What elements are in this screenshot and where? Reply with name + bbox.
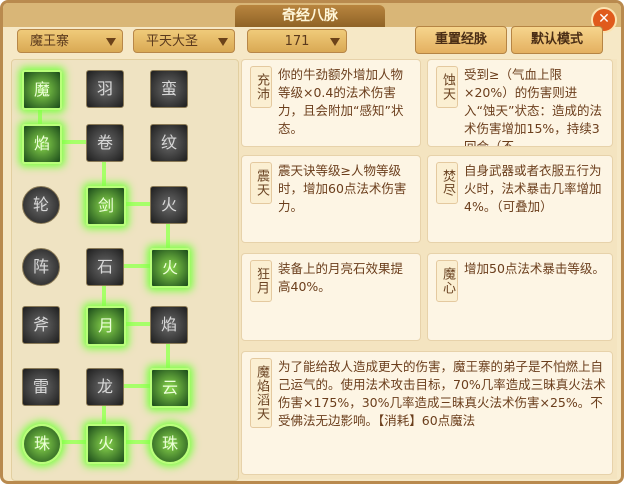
skill-desc: 增加50点法术暴击等级。	[464, 261, 605, 276]
skill-desc: 装备上的月亮石效果提高40%。	[278, 261, 404, 294]
tile-row0-col2[interactable]: 蛮	[150, 70, 188, 108]
tile-row6-col2[interactable]: 珠	[150, 424, 190, 464]
skill-card-kuangyue[interactable]: 狂月 装备上的月亮石效果提高40%。	[241, 253, 421, 341]
style-select-value: 平天大圣	[146, 34, 199, 49]
tile-row2-col1[interactable]: 剑	[86, 186, 126, 226]
tile-row5-col2[interactable]: 云	[150, 368, 190, 408]
style-select[interactable]: 平天大圣	[133, 29, 235, 53]
tile-row1-col1[interactable]: 卷	[86, 124, 124, 162]
skill-label: 魔焰滔天	[250, 358, 272, 428]
skill-card-moxin[interactable]: 魔心 增加50点法术暴击等级。	[427, 253, 613, 341]
tile-row3-col2[interactable]: 火	[150, 248, 190, 288]
tile-row4-col1[interactable]: 月	[86, 306, 126, 346]
tile-row2-col2[interactable]: 火	[150, 186, 188, 224]
skill-desc: 你的牛劲额外增加人物等级×0.4的法术伤害力，且会附加“感知”状态。	[278, 67, 404, 136]
skill-card-zhentian[interactable]: 震天 震天诀等级≥人物等级时，增加60点法术伤害力。	[241, 155, 421, 243]
skill-desc: 受到≥（气血上限×20%）的伤害则进入“蚀天”状态：造成的法术伤害增加15%，持…	[464, 67, 602, 147]
skill-desc: 震天诀等级≥人物等级时，增加60点法术伤害力。	[278, 163, 407, 214]
skill-label: 焚尽	[436, 162, 458, 204]
tile-row6-col0[interactable]: 珠	[22, 424, 62, 464]
tile-row3-col1[interactable]: 石	[86, 248, 124, 286]
skill-card-moyantaotian[interactable]: 魔焰滔天 为了能给敌人造成更大的伤害，魔王寨的弟子是不怕燃上自己运气的。使用法术…	[241, 351, 613, 475]
skill-label: 狂月	[250, 260, 272, 302]
window-title: 奇经八脉	[235, 5, 385, 27]
tile-row6-col1[interactable]: 火	[86, 424, 126, 464]
chevron-down-icon	[218, 38, 228, 46]
tile-row0-col0[interactable]: 魔	[22, 70, 62, 110]
tile-row1-col0[interactable]: 焰	[22, 124, 62, 164]
school-select-value: 魔王寨	[30, 34, 70, 49]
points-value: 171	[284, 34, 310, 49]
tile-row5-col0[interactable]: 雷	[22, 368, 60, 406]
chevron-down-icon	[106, 38, 116, 46]
school-select[interactable]: 魔王寨	[17, 29, 123, 53]
meridian-window: 奇经八脉 ✕ 魔王寨 平天大圣 171 重置经脉 默认模式 魔 羽 蛮 焰 卷 …	[0, 0, 624, 484]
skill-label: 震天	[250, 162, 272, 204]
tile-row3-col0[interactable]: 阵	[22, 248, 60, 286]
tile-row4-col0[interactable]: 斧	[22, 306, 60, 344]
skill-card-fenjin[interactable]: 焚尽 自身武器或者衣服五行为火时，法术暴击几率增加4%。（可叠加）	[427, 155, 613, 243]
reset-meridian-button[interactable]: 重置经脉	[415, 26, 507, 54]
skill-label: 充沛	[250, 66, 272, 108]
points-select[interactable]: 171	[247, 29, 347, 53]
skill-card-shitian[interactable]: 蚀天 受到≥（气血上限×20%）的伤害则进入“蚀天”状态：造成的法术伤害增加15…	[427, 59, 613, 147]
tile-row1-col2[interactable]: 纹	[150, 124, 188, 162]
chevron-down-icon	[330, 38, 340, 46]
skill-cards: 充沛 你的牛劲额外增加人物等级×0.4的法术伤害力，且会附加“感知”状态。 蚀天…	[239, 59, 617, 479]
tile-row5-col1[interactable]: 龙	[86, 368, 124, 406]
default-mode-button[interactable]: 默认模式	[511, 26, 603, 54]
tile-row0-col1[interactable]: 羽	[86, 70, 124, 108]
tile-row2-col0[interactable]: 轮	[22, 186, 60, 224]
meridian-grid: 魔 羽 蛮 焰 卷 纹 轮 剑 火 阵 石 火 斧 月 焰 雷 龙 云 珠 火 …	[11, 59, 239, 481]
skill-label: 魔心	[436, 260, 458, 302]
skill-desc: 为了能给敌人造成更大的伤害，魔王寨的弟子是不怕燃上自己运气的。使用法术攻击目标，…	[278, 359, 606, 428]
skill-label: 蚀天	[436, 66, 458, 108]
tile-row4-col2[interactable]: 焰	[150, 306, 188, 344]
skill-desc: 自身武器或者衣服五行为火时，法术暴击几率增加4%。（可叠加）	[464, 163, 602, 214]
skill-card-chongpei[interactable]: 充沛 你的牛劲额外增加人物等级×0.4的法术伤害力，且会附加“感知”状态。	[241, 59, 421, 147]
